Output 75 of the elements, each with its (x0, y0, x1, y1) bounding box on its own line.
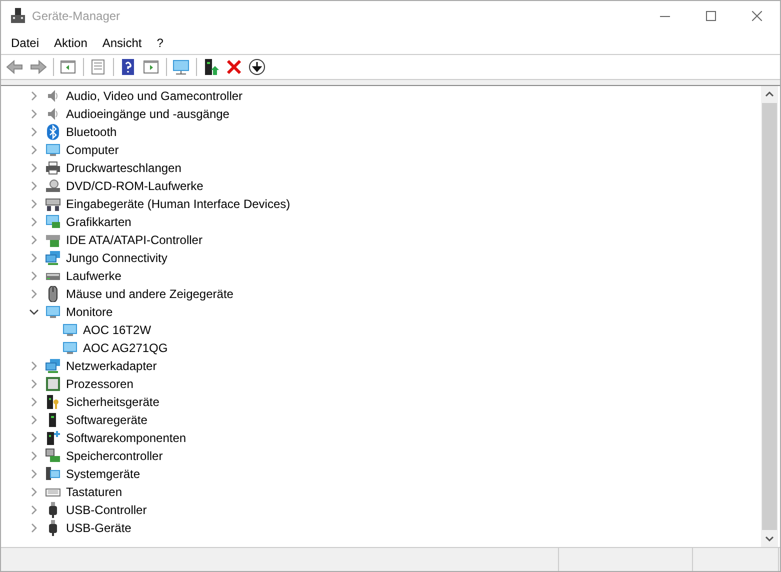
keyboard-icon (45, 196, 61, 212)
processor-icon (45, 376, 61, 392)
expand-chevron-icon[interactable] (29, 289, 39, 299)
expand-chevron-icon[interactable] (29, 505, 39, 515)
controller-card-icon (45, 232, 61, 248)
software-component-icon (45, 430, 61, 446)
tree-item[interactable]: Prozessoren (66, 377, 134, 391)
tree-item[interactable]: Netzwerkadapter (66, 359, 157, 373)
menu-item[interactable]: Datei (4, 34, 46, 52)
menu-item[interactable]: ? (150, 34, 170, 52)
tree-item[interactable]: Softwarekomponenten (66, 431, 186, 445)
tree-item[interactable]: AOC AG271QG (83, 341, 168, 355)
tree-item[interactable]: Tastaturen (66, 485, 122, 499)
expand-chevron-icon[interactable] (29, 379, 39, 389)
monitor-icon (45, 304, 61, 320)
disc-drive-icon (45, 178, 61, 194)
expand-chevron-icon[interactable] (29, 127, 39, 137)
expand-chevron-icon[interactable] (29, 415, 39, 425)
expand-chevron-icon[interactable] (29, 253, 39, 263)
expand-chevron-icon[interactable] (29, 163, 39, 173)
expand-chevron-icon[interactable] (29, 109, 39, 119)
tree-item[interactable]: DVD/CD-ROM-Laufwerke (66, 179, 204, 193)
bluetooth-icon (45, 124, 61, 140)
tree-item[interactable]: Jungo Connectivity (66, 251, 168, 265)
close-icon[interactable] (752, 11, 762, 21)
tree-item[interactable]: Laufwerke (66, 269, 122, 283)
expand-chevron-icon[interactable] (29, 199, 39, 209)
tree-item[interactable]: USB-Controller (66, 503, 147, 517)
tree-item[interactable]: USB-Geräte (66, 521, 132, 535)
monitor-icon (62, 322, 78, 338)
expand-chevron-icon[interactable] (29, 235, 39, 245)
expand-chevron-icon[interactable] (29, 397, 39, 407)
disable-device-icon[interactable] (246, 56, 268, 78)
tree-item[interactable]: Softwaregeräte (66, 413, 148, 427)
tree-item[interactable]: Systemgeräte (66, 467, 140, 481)
expand-chevron-icon[interactable] (29, 487, 39, 497)
collapse-chevron-icon[interactable] (29, 307, 39, 317)
expand-chevron-icon[interactable] (29, 433, 39, 443)
monitor-icon (45, 142, 61, 158)
tree-item[interactable]: Grafikkarten (66, 215, 132, 229)
menu-item[interactable]: Aktion (47, 34, 94, 52)
expand-chevron-icon[interactable] (29, 523, 39, 533)
device-manager-icon (10, 8, 26, 24)
tree-item[interactable]: Bluetooth (66, 125, 117, 139)
network-icon (45, 250, 61, 266)
window-title: Geräte-Manager (32, 9, 122, 23)
network-icon (45, 358, 61, 374)
graphics-card-icon (45, 214, 61, 230)
menu-item[interactable]: Ansicht (95, 34, 149, 52)
expand-chevron-icon[interactable] (29, 217, 39, 227)
security-device-icon (45, 394, 61, 410)
tree-item[interactable]: Druckwarteschlangen (66, 161, 182, 175)
expand-chevron-icon[interactable] (29, 469, 39, 479)
expand-chevron-icon[interactable] (29, 361, 39, 371)
tree-item[interactable]: AOC 16T2W (83, 323, 152, 337)
tree-item[interactable]: Audioeingänge und -ausgänge (66, 107, 230, 121)
expand-chevron-icon[interactable] (29, 91, 39, 101)
monitor-icon (62, 340, 78, 356)
tree-item[interactable]: Eingabegeräte (Human Interface Devices) (66, 197, 290, 211)
scrollbar[interactable] (761, 86, 778, 547)
tree-item[interactable]: IDE ATA/ATAPI-Controller (66, 233, 202, 247)
tree-item[interactable]: Monitore (66, 305, 113, 319)
tree-item[interactable]: Mäuse und andere Zeigegeräte (66, 287, 234, 301)
printer-icon (45, 160, 61, 176)
tree-item[interactable]: Sicherheitsgeräte (66, 395, 160, 409)
expand-chevron-icon[interactable] (29, 451, 39, 461)
storage-controller-icon (45, 448, 61, 464)
expand-chevron-icon[interactable] (29, 181, 39, 191)
maximize-icon[interactable] (706, 11, 716, 21)
system-device-icon (45, 466, 61, 482)
expand-chevron-icon[interactable] (29, 145, 39, 155)
tree-item[interactable]: Computer (66, 143, 119, 157)
tree-item[interactable]: Speichercontroller (66, 449, 163, 463)
expand-chevron-icon[interactable] (29, 271, 39, 281)
tree-item[interactable]: Audio, Video und Gamecontroller (66, 89, 243, 103)
